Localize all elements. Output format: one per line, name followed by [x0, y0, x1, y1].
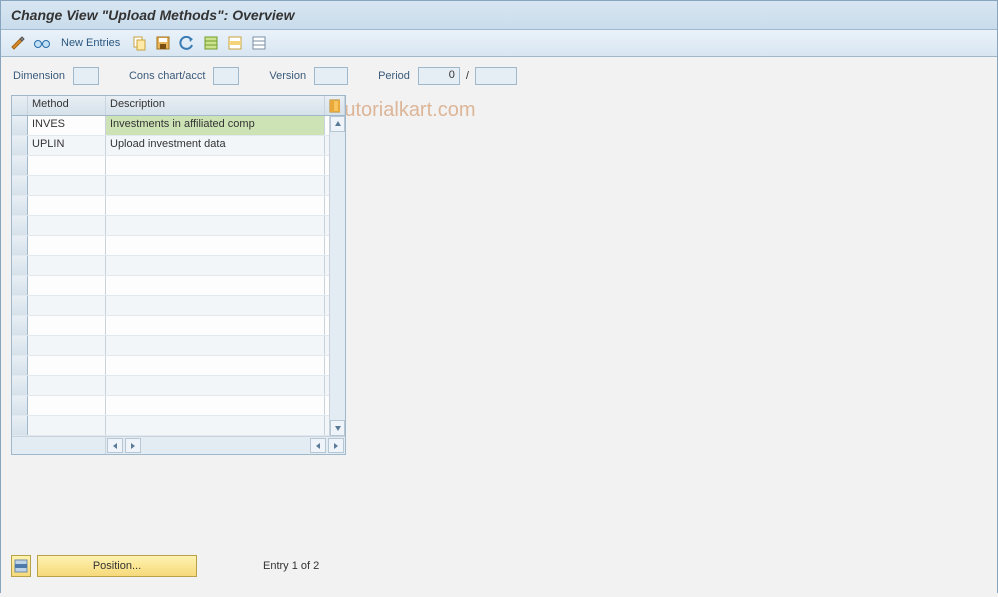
position-button[interactable]: Position...	[37, 555, 197, 577]
row-selector[interactable]	[12, 296, 28, 315]
cell-description[interactable]: Upload investment data	[106, 136, 325, 155]
position-icon-button[interactable]	[11, 555, 31, 577]
scroll-left-icon[interactable]	[125, 438, 141, 453]
horizontal-scrollbar[interactable]	[12, 436, 345, 454]
row-selector[interactable]	[12, 276, 28, 295]
period-year-field[interactable]	[475, 67, 517, 85]
scroll-left-first-icon[interactable]	[107, 438, 123, 453]
select-block-icon[interactable]	[226, 34, 244, 52]
new-entries-button[interactable]: New Entries	[57, 37, 124, 49]
row-selector[interactable]	[12, 376, 28, 395]
row-selector[interactable]	[12, 216, 28, 235]
row-selector-header[interactable]	[12, 96, 28, 115]
vertical-scrollbar[interactable]	[329, 116, 345, 436]
copy-icon[interactable]	[130, 34, 148, 52]
row-selector[interactable]	[12, 176, 28, 195]
cons-chart-label: Cons chart/acct	[129, 70, 205, 82]
row-selector[interactable]	[12, 316, 28, 335]
toolbar: New Entries	[1, 30, 997, 57]
entry-status-text: Entry 1 of 2	[263, 560, 319, 572]
cell-method[interactable]: INVES	[28, 116, 106, 135]
row-selector[interactable]	[12, 336, 28, 355]
page-title: Change View "Upload Methods": Overview	[1, 1, 997, 30]
configure-columns-icon[interactable]	[325, 96, 345, 115]
dimension-label: Dimension	[13, 70, 65, 82]
filter-bar: Dimension Cons chart/acct Version Period…	[1, 57, 997, 91]
row-selector[interactable]	[12, 236, 28, 255]
period-separator: /	[466, 70, 469, 82]
methods-table: Method Description INVES Investments in …	[11, 95, 346, 455]
table-body: INVES Investments in affiliated comp UPL…	[12, 116, 345, 436]
version-field[interactable]	[314, 67, 348, 85]
save-icon[interactable]	[154, 34, 172, 52]
scroll-right-icon[interactable]	[310, 438, 326, 453]
row-selector[interactable]	[12, 156, 28, 175]
row-selector[interactable]	[12, 116, 28, 135]
scroll-down-icon[interactable]	[330, 420, 345, 436]
scroll-right-last-icon[interactable]	[328, 438, 344, 453]
scroll-up-icon[interactable]	[330, 116, 345, 132]
cell-description[interactable]: Investments in affiliated comp	[106, 116, 325, 135]
cons-chart-field[interactable]	[213, 67, 239, 85]
cell-method[interactable]: UPLIN	[28, 136, 106, 155]
dimension-field[interactable]	[73, 67, 99, 85]
select-all-icon[interactable]	[202, 34, 220, 52]
row-selector[interactable]	[12, 356, 28, 375]
change-icon[interactable]	[9, 34, 27, 52]
column-header-description[interactable]: Description	[106, 96, 325, 115]
row-selector[interactable]	[12, 396, 28, 415]
period-field[interactable]: 0	[418, 67, 460, 85]
row-selector[interactable]	[12, 196, 28, 215]
deselect-all-icon[interactable]	[250, 34, 268, 52]
glasses-icon[interactable]	[33, 34, 51, 52]
row-selector[interactable]	[12, 256, 28, 275]
row-selector[interactable]	[12, 136, 28, 155]
version-label: Version	[269, 70, 306, 82]
row-selector[interactable]	[12, 416, 28, 435]
period-label: Period	[378, 70, 410, 82]
column-header-method[interactable]: Method	[28, 96, 106, 115]
undo-icon[interactable]	[178, 34, 196, 52]
